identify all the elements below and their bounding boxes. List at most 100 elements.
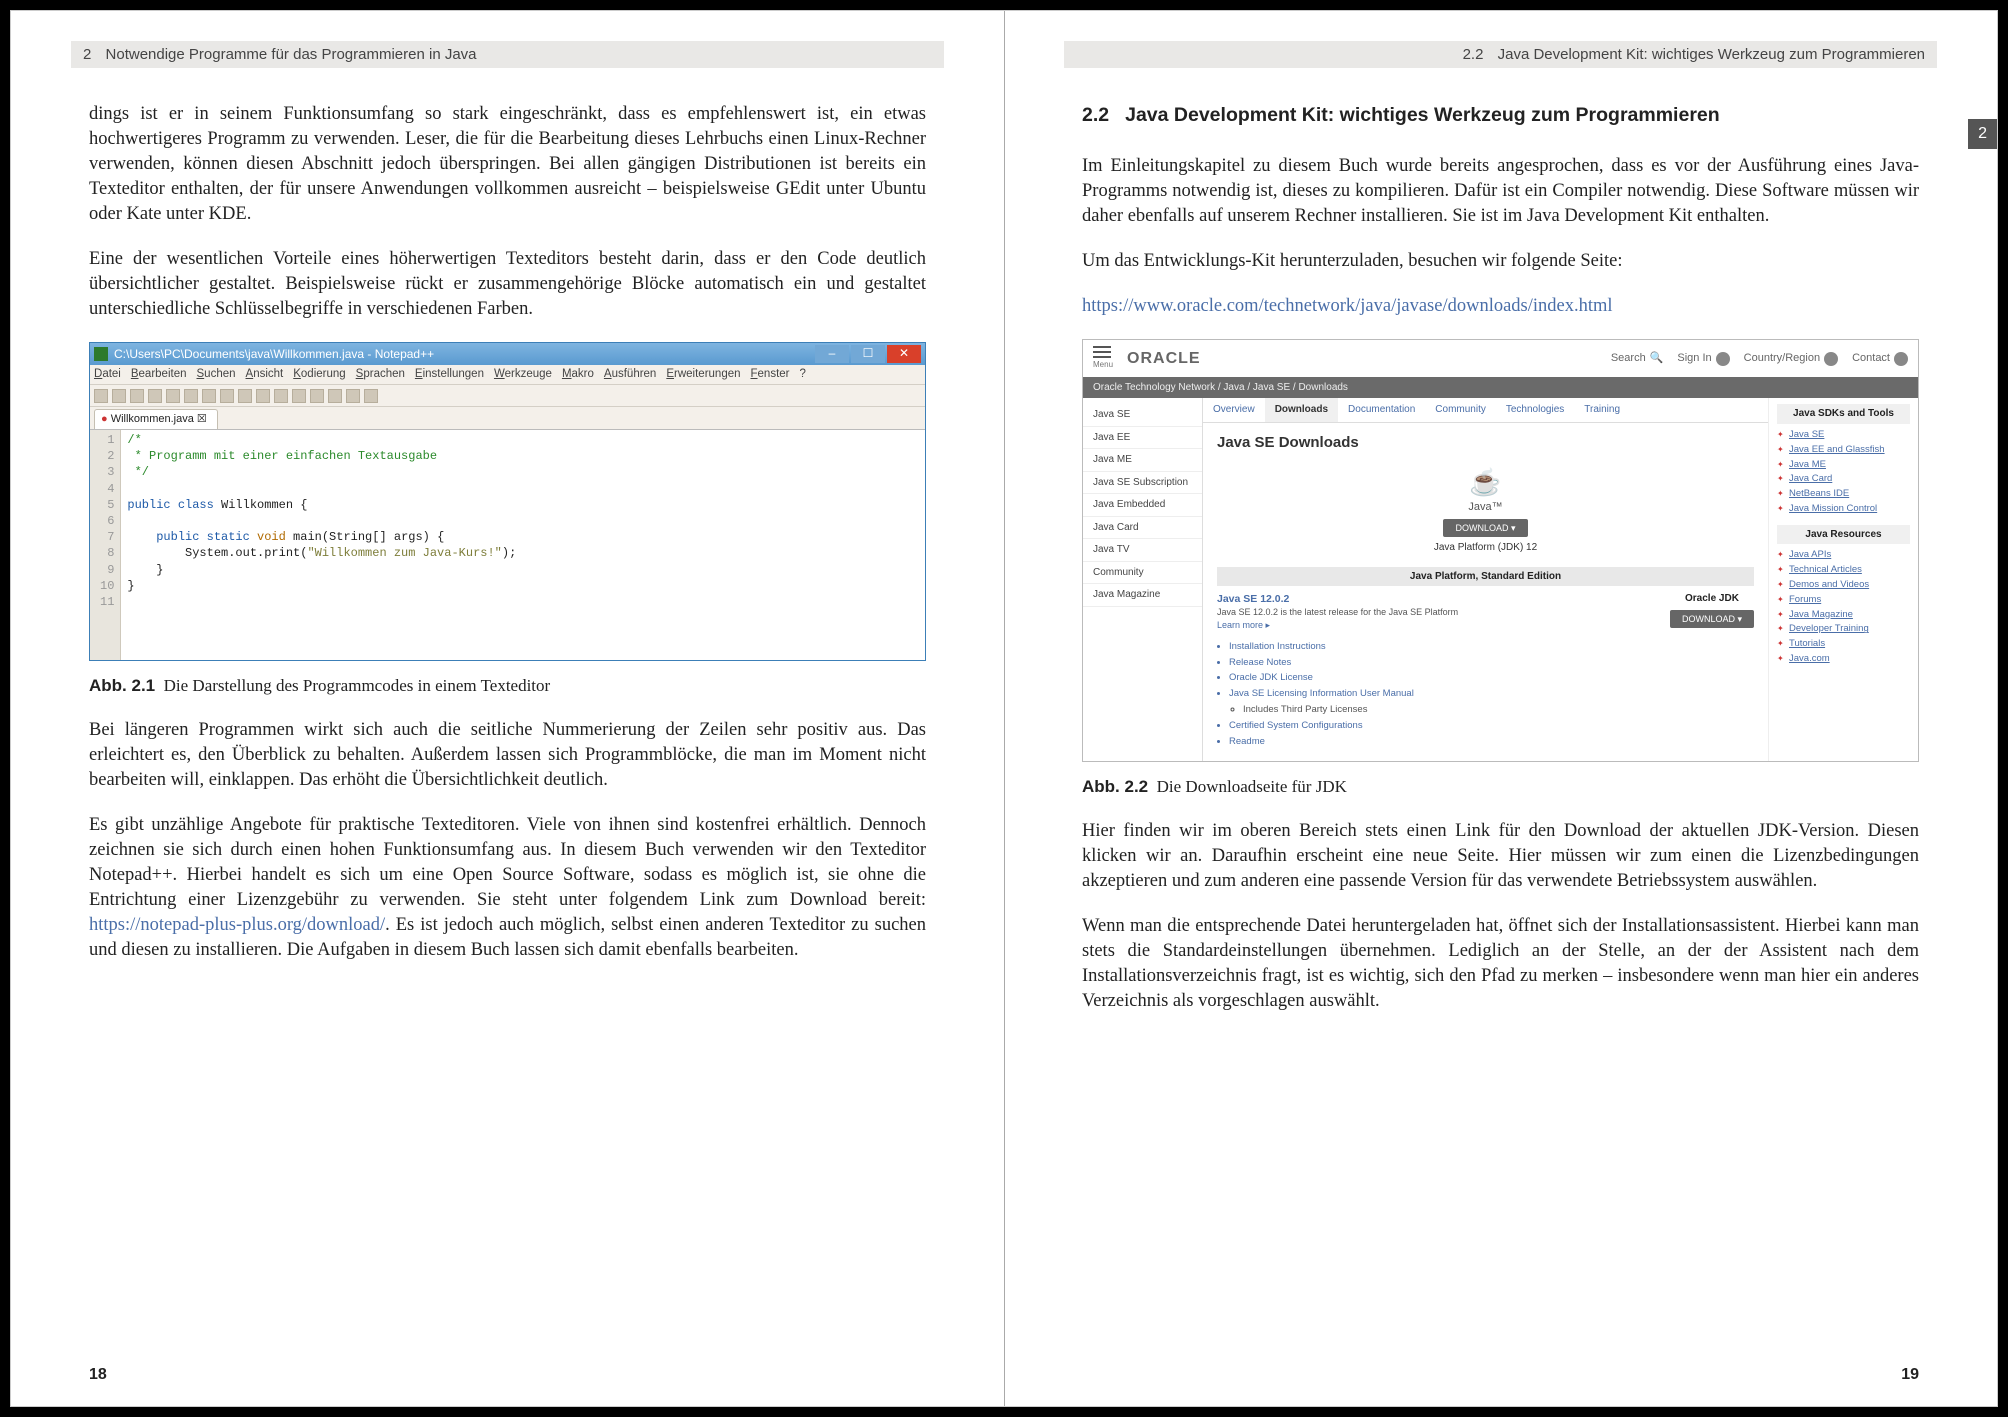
toolbar-icon[interactable] <box>328 389 342 403</box>
toolbar-icon[interactable] <box>202 389 216 403</box>
list-item[interactable]: Release Notes <box>1229 657 1754 670</box>
oracle-body: Java SE Java EE Java ME Java SE Subscrip… <box>1083 398 1918 761</box>
editor-toolbar <box>90 385 925 407</box>
sidebar-link[interactable]: Demos and Videos <box>1777 578 1910 593</box>
section-title-running: Java Development Kit: wichtiges Werkzeug… <box>1498 46 1925 63</box>
nav-item[interactable]: Community <box>1083 562 1202 585</box>
nav-item[interactable]: Java SE <box>1083 404 1202 427</box>
tab-technologies[interactable]: Technologies <box>1496 398 1574 422</box>
toolbar-icon[interactable] <box>274 389 288 403</box>
menu-item[interactable]: Erweiterungen <box>666 367 740 383</box>
hamburger-menu[interactable]: Menu <box>1093 346 1113 371</box>
nav-item[interactable]: Java TV <box>1083 539 1202 562</box>
menu-item[interactable]: Einstellungen <box>415 367 484 383</box>
nav-item[interactable]: Java EE <box>1083 427 1202 450</box>
toolbar-icon[interactable] <box>130 389 144 403</box>
java-download-block: ☕ Java™ DOWNLOAD ▾ Java Platform (JDK) 1… <box>1203 457 1768 559</box>
tab-documentation[interactable]: Documentation <box>1338 398 1425 422</box>
editor-tab[interactable]: ● Willkommen.java ☒ <box>94 409 218 429</box>
tab-community[interactable]: Community <box>1425 398 1496 422</box>
oracle-link[interactable]: https://www.oracle.com/technetwork/java/… <box>1082 296 1613 316</box>
toolbar-icon[interactable] <box>94 389 108 403</box>
menu-item[interactable]: Ausführen <box>604 367 656 383</box>
page-right: 2.2 Java Development Kit: wichtiges Werk… <box>1004 11 1997 1406</box>
tab-downloads[interactable]: Downloads <box>1265 398 1338 422</box>
toolbar-icon[interactable] <box>346 389 360 403</box>
sidebar-link[interactable]: Forums <box>1777 593 1910 608</box>
page-left: 2 Notwendige Programme für das Programmi… <box>11 11 1004 1406</box>
learn-more-link[interactable]: Learn more ▸ <box>1217 619 1660 631</box>
sidebar-link[interactable]: Java EE and Glassfish <box>1777 443 1910 458</box>
sidebar-link[interactable]: Developer Training <box>1777 622 1910 637</box>
download-button[interactable]: DOWNLOAD ▾ <box>1443 519 1527 537</box>
minimize-button[interactable]: – <box>815 345 849 363</box>
menu-item[interactable]: Kodierung <box>293 367 345 383</box>
tab-overview[interactable]: Overview <box>1203 398 1265 422</box>
release-title[interactable]: Java SE 12.0.2 <box>1217 592 1660 606</box>
menu-item[interactable]: Sprachen <box>356 367 405 383</box>
editor-tabbar: ● Willkommen.java ☒ <box>90 407 925 430</box>
editor-code-area: 1 2 3 4 5 6 7 8 9 10 11 /* * Programm mi… <box>90 430 925 660</box>
menu-item[interactable]: Datei <box>94 367 121 383</box>
toolbar-icon[interactable] <box>166 389 180 403</box>
nav-item[interactable]: Java ME <box>1083 449 1202 472</box>
sidebar-link[interactable]: Java ME <box>1777 458 1910 473</box>
jdk-download-button[interactable]: DOWNLOAD ▾ <box>1670 610 1754 628</box>
menu-item[interactable]: ? <box>800 367 806 383</box>
paragraph: Bei längeren Programmen wirkt sich auch … <box>89 718 926 793</box>
sidebar-link[interactable]: Java Mission Control <box>1777 502 1910 517</box>
toolbar-icon[interactable] <box>112 389 126 403</box>
close-button[interactable]: ✕ <box>887 345 921 363</box>
toolbar-icon[interactable] <box>256 389 270 403</box>
menu-item[interactable]: Makro <box>562 367 594 383</box>
jdk-badge: Oracle JDK DOWNLOAD ▾ <box>1670 592 1754 628</box>
sidebar-link[interactable]: Java.com <box>1777 652 1910 667</box>
running-head-right: 2.2 Java Development Kit: wichtiges Werk… <box>1064 41 1937 68</box>
list-item[interactable]: Readme <box>1229 736 1754 749</box>
menu-item[interactable]: Ansicht <box>246 367 284 383</box>
breadcrumb: Oracle Technology Network / Java / Java … <box>1083 377 1918 399</box>
sidebar-link[interactable]: Java SE <box>1777 428 1910 443</box>
list-item[interactable]: Java SE Licensing Information User Manua… <box>1229 688 1754 701</box>
toolbar-icon[interactable] <box>148 389 162 403</box>
maximize-button[interactable]: ☐ <box>851 345 885 363</box>
std-edition-bar: Java Platform, Standard Edition <box>1217 567 1754 587</box>
toolbar-icon[interactable] <box>220 389 234 403</box>
nav-item[interactable]: Java SE Subscription <box>1083 472 1202 495</box>
sidebar-link[interactable]: Java APIs <box>1777 548 1910 563</box>
list-item: Includes Third Party Licenses <box>1243 704 1754 717</box>
thumb-tab: 2 <box>1968 119 1997 149</box>
search-link[interactable]: Search 🔍 <box>1611 351 1664 366</box>
toolbar-icon[interactable] <box>184 389 198 403</box>
menu-item[interactable]: Werkzeuge <box>494 367 552 383</box>
nav-item[interactable]: Java Card <box>1083 517 1202 540</box>
user-icon <box>1716 352 1730 366</box>
toolbar-icon[interactable] <box>310 389 324 403</box>
figure-2-1-editor: C:\Users\PC\Documents\java\Willkommen.ja… <box>89 342 926 661</box>
toolbar-icon[interactable] <box>364 389 378 403</box>
nav-item[interactable]: Java Magazine <box>1083 584 1202 607</box>
country-link[interactable]: Country/Region <box>1744 351 1838 366</box>
sidebar-link[interactable]: Java Card <box>1777 472 1910 487</box>
signin-link[interactable]: Sign In <box>1677 351 1729 366</box>
toolbar-icon[interactable] <box>292 389 306 403</box>
window-title: C:\Users\PC\Documents\java\Willkommen.ja… <box>114 346 813 362</box>
list-item[interactable]: Installation Instructions <box>1229 641 1754 654</box>
java-name: Java™ <box>1203 500 1768 515</box>
sidebar-link[interactable]: Tutorials <box>1777 637 1910 652</box>
menu-item[interactable]: Suchen <box>197 367 236 383</box>
menu-item[interactable]: Bearbeiten <box>131 367 187 383</box>
paragraph: Wenn man die entsprechende Datei herunte… <box>1082 914 1919 1014</box>
sidebar-link[interactable]: Java Magazine <box>1777 608 1910 623</box>
contact-link[interactable]: Contact <box>1852 351 1908 366</box>
sidebar-link[interactable]: Technical Articles <box>1777 563 1910 578</box>
sidebar-link[interactable]: NetBeans IDE <box>1777 487 1910 502</box>
toolbar-icon[interactable] <box>238 389 252 403</box>
menu-item[interactable]: Fenster <box>751 367 790 383</box>
tab-training[interactable]: Training <box>1574 398 1630 422</box>
notepad-link[interactable]: https://notepad-plus-plus.org/download/ <box>89 915 385 935</box>
code-body[interactable]: /* * Programm mit einer einfachen Textau… <box>121 430 925 660</box>
list-item[interactable]: Oracle JDK License <box>1229 672 1754 685</box>
list-item[interactable]: Certified System Configurations <box>1229 720 1754 733</box>
nav-item[interactable]: Java Embedded <box>1083 494 1202 517</box>
